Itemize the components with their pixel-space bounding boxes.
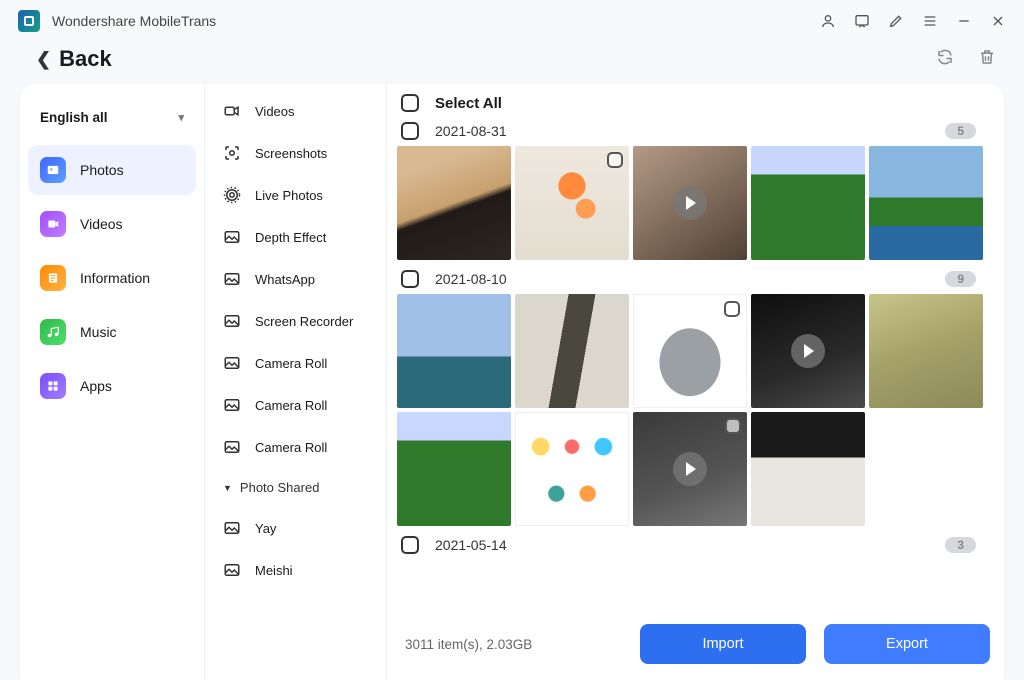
minimize-icon[interactable] (956, 13, 972, 29)
category-header[interactable]: English all ▾ (28, 102, 196, 141)
album-videos[interactable]: Videos (205, 90, 386, 132)
photo-thumb[interactable] (397, 146, 511, 260)
play-icon[interactable] (791, 334, 825, 368)
account-icon[interactable] (820, 13, 836, 29)
date-group-header: 2021-08-31 5 (397, 118, 994, 144)
category-apps[interactable]: Apps (28, 361, 196, 411)
chevron-left-icon: ❮ (36, 49, 51, 70)
photo-thumb[interactable] (751, 412, 865, 526)
refresh-icon[interactable] (936, 48, 954, 71)
date-group-header: 2021-05-14 3 (397, 532, 994, 558)
album-cameraroll-2[interactable]: Camera Roll (205, 384, 386, 426)
apps-icon (40, 373, 66, 399)
category-music[interactable]: Music (28, 307, 196, 357)
play-icon[interactable] (673, 452, 707, 486)
image-icon (223, 519, 241, 537)
image-icon (223, 561, 241, 579)
category-videos[interactable]: Videos (28, 199, 196, 249)
videocam-icon (223, 102, 241, 120)
photo-thumb[interactable] (751, 294, 865, 408)
album-section-shared[interactable]: ▼Photo Shared (205, 468, 386, 507)
album-cameraroll-1[interactable]: Camera Roll (205, 342, 386, 384)
image-icon (223, 354, 241, 372)
livephoto-icon (223, 186, 241, 204)
count-pill: 5 (945, 123, 976, 139)
album-cameraroll-3[interactable]: Camera Roll (205, 426, 386, 468)
footer: 3011 item(s), 2.03GB Import Export Add F… (387, 616, 1004, 680)
select-all-label: Select All (435, 95, 502, 112)
close-icon[interactable] (990, 13, 1006, 29)
play-icon[interactable] (673, 186, 707, 220)
photo-thumb[interactable] (515, 412, 629, 526)
album-screenrecorder[interactable]: Screen Recorder (205, 300, 386, 342)
triangle-down-icon: ▼ (223, 483, 232, 493)
back-label: Back (59, 46, 112, 72)
count-pill: 9 (945, 271, 976, 287)
content-area: Select All 2021-08-31 5 2021-08-10 9 (387, 84, 1004, 680)
thumb-checkbox[interactable] (724, 301, 740, 317)
date-checkbox[interactable] (401, 122, 419, 140)
photos-icon (40, 157, 66, 183)
videos-icon (40, 211, 66, 237)
image-icon (223, 312, 241, 330)
photo-thumb[interactable] (397, 412, 511, 526)
category-sidebar: English all ▾ Photos Videos Information … (20, 84, 205, 680)
date-group-header: 2021-08-10 9 (397, 266, 994, 292)
edit-icon[interactable] (888, 13, 904, 29)
select-all-checkbox[interactable] (401, 94, 419, 112)
app-logo (18, 10, 40, 32)
photo-thumb[interactable] (869, 146, 983, 260)
screenshot-icon (223, 144, 241, 162)
category-information[interactable]: Information (28, 253, 196, 303)
content-scroll[interactable]: Select All 2021-08-31 5 2021-08-10 9 (387, 84, 1004, 616)
image-icon (223, 438, 241, 456)
back-button[interactable]: ❮ Back (36, 46, 112, 72)
thumb-checkbox[interactable] (725, 418, 741, 434)
category-photos[interactable]: Photos (28, 145, 196, 195)
photo-thumb[interactable] (633, 146, 747, 260)
album-whatsapp[interactable]: WhatsApp (205, 258, 386, 300)
count-pill: 3 (945, 537, 976, 553)
image-icon (223, 396, 241, 414)
export-button[interactable]: Export (824, 624, 990, 664)
photo-thumb[interactable] (633, 294, 747, 408)
import-button[interactable]: Import (640, 624, 806, 664)
main-panel: English all ▾ Photos Videos Information … (20, 84, 1004, 680)
album-livephotos[interactable]: Live Photos (205, 174, 386, 216)
titlebar: Wondershare MobileTrans (0, 0, 1024, 40)
photo-thumb[interactable] (869, 294, 983, 408)
album-yay[interactable]: Yay (205, 507, 386, 549)
date-checkbox[interactable] (401, 536, 419, 554)
album-screenshots[interactable]: Screenshots (205, 132, 386, 174)
photo-thumb[interactable] (397, 294, 511, 408)
albums-sidebar: Videos Screenshots Live Photos Depth Eff… (205, 84, 387, 680)
back-row: ❮ Back (0, 40, 1024, 84)
image-icon (223, 270, 241, 288)
menu-icon[interactable] (922, 13, 938, 29)
feedback-icon[interactable] (854, 13, 870, 29)
photo-thumb[interactable] (515, 294, 629, 408)
photo-thumb[interactable] (633, 412, 747, 526)
chevron-down-icon: ▾ (178, 111, 184, 124)
information-icon (40, 265, 66, 291)
photo-thumb[interactable] (751, 146, 865, 260)
date-checkbox[interactable] (401, 270, 419, 288)
album-meishi[interactable]: Meishi (205, 549, 386, 591)
image-icon (223, 228, 241, 246)
trash-icon[interactable] (978, 48, 996, 71)
footer-info: 3011 item(s), 2.03GB (401, 637, 622, 652)
music-icon (40, 319, 66, 345)
album-deptheffect[interactable]: Depth Effect (205, 216, 386, 258)
photo-thumb[interactable] (515, 146, 629, 260)
thumb-checkbox[interactable] (607, 152, 623, 168)
app-title: Wondershare MobileTrans (52, 13, 216, 29)
